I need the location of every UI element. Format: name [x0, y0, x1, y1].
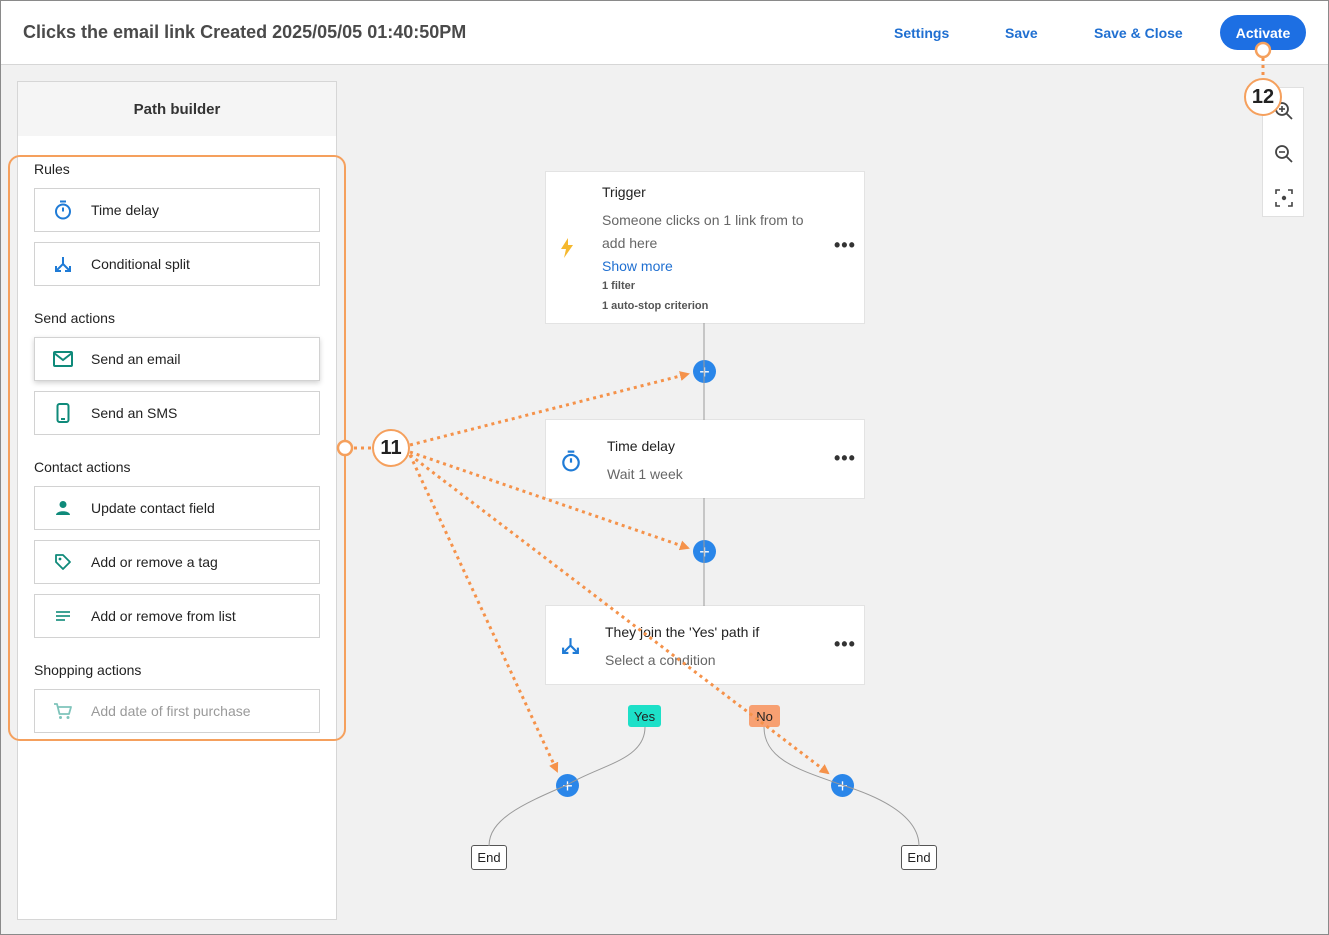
- time-delay-title: Time delay: [607, 438, 675, 454]
- add-step-plus-2[interactable]: +: [693, 540, 716, 563]
- split-icon: [561, 636, 580, 660]
- section-shopping-actions: Shopping actions: [34, 662, 142, 678]
- top-bar: Clicks the email link Created 2025/05/05…: [0, 0, 1329, 65]
- action-send-email[interactable]: Send an email: [34, 337, 320, 381]
- section-contact-actions: Contact actions: [34, 459, 131, 475]
- no-path-label: No: [749, 705, 780, 727]
- activate-button[interactable]: Activate: [1220, 15, 1306, 50]
- callout-12: 12: [1244, 78, 1282, 116]
- page-title: Clicks the email link Created 2025/05/05…: [23, 22, 467, 42]
- settings-link[interactable]: Settings: [894, 25, 949, 41]
- stopwatch-icon: [35, 200, 91, 220]
- time-delay-value: Wait 1 week: [607, 466, 683, 482]
- zoom-out-icon[interactable]: [1271, 141, 1297, 167]
- stopwatch-icon: [561, 450, 581, 477]
- section-rules: Rules: [34, 161, 70, 177]
- action-add-remove-list[interactable]: Add or remove from list: [34, 594, 320, 638]
- action-label: Send an email: [91, 351, 181, 367]
- show-more-link[interactable]: Show more: [602, 258, 673, 274]
- trigger-node[interactable]: Trigger Someone clicks on 1 link from to…: [545, 171, 865, 324]
- condition-menu-icon[interactable]: •••: [834, 634, 856, 655]
- end-node-yes: End: [471, 845, 507, 870]
- action-label: Send an SMS: [91, 405, 178, 421]
- action-label: Update contact field: [91, 500, 215, 516]
- time-delay-node[interactable]: Time delay Wait 1 week •••: [545, 419, 865, 499]
- yes-path-label: Yes: [628, 705, 661, 727]
- callout-11: 11: [372, 429, 410, 467]
- add-step-no-plus[interactable]: +: [831, 774, 854, 797]
- end-node-no: End: [901, 845, 937, 870]
- save-link[interactable]: Save: [1005, 25, 1038, 41]
- action-label: Conditional split: [91, 256, 190, 272]
- phone-icon: [35, 403, 91, 423]
- person-icon: [35, 500, 91, 516]
- envelope-icon: [35, 351, 91, 367]
- trigger-menu-icon[interactable]: •••: [834, 235, 856, 256]
- condition-select[interactable]: Select a condition: [605, 652, 716, 668]
- action-time-delay[interactable]: Time delay: [34, 188, 320, 232]
- save-close-link[interactable]: Save & Close: [1094, 25, 1183, 41]
- trigger-description: Someone clicks on 1 link from to: [602, 212, 804, 228]
- section-send-actions: Send actions: [34, 310, 115, 326]
- split-icon: [35, 255, 91, 273]
- trigger-filter-count: 1 filter: [602, 280, 636, 292]
- trigger-description-cont: add here: [602, 235, 658, 251]
- cart-icon: [35, 702, 91, 720]
- path-builder-panel: Path builder Rules Time delay Conditiona…: [17, 81, 337, 920]
- fit-to-screen-icon[interactable]: [1271, 185, 1297, 211]
- list-icon: [35, 610, 91, 622]
- condition-title: They join the 'Yes' path if: [605, 624, 760, 640]
- action-update-contact-field[interactable]: Update contact field: [34, 486, 320, 530]
- action-add-date-first-purchase: Add date of first purchase: [34, 689, 320, 733]
- time-delay-menu-icon[interactable]: •••: [834, 448, 856, 469]
- add-step-plus-1[interactable]: +: [693, 360, 716, 383]
- action-send-sms[interactable]: Send an SMS: [34, 391, 320, 435]
- action-label: Add date of first purchase: [91, 703, 251, 719]
- tag-icon: [35, 553, 91, 571]
- conditional-split-node[interactable]: They join the 'Yes' path if Select a con…: [545, 605, 865, 685]
- trigger-autostop: 1 auto-stop criterion: [602, 300, 709, 312]
- add-step-yes-plus[interactable]: +: [556, 774, 579, 797]
- action-label: Add or remove a tag: [91, 554, 218, 570]
- path-builder-title: Path builder: [18, 82, 336, 136]
- action-label: Add or remove from list: [91, 608, 236, 624]
- action-add-remove-tag[interactable]: Add or remove a tag: [34, 540, 320, 584]
- action-conditional-split[interactable]: Conditional split: [34, 242, 320, 286]
- lightning-icon: [560, 238, 574, 263]
- action-label: Time delay: [91, 202, 159, 218]
- trigger-title: Trigger: [602, 184, 646, 200]
